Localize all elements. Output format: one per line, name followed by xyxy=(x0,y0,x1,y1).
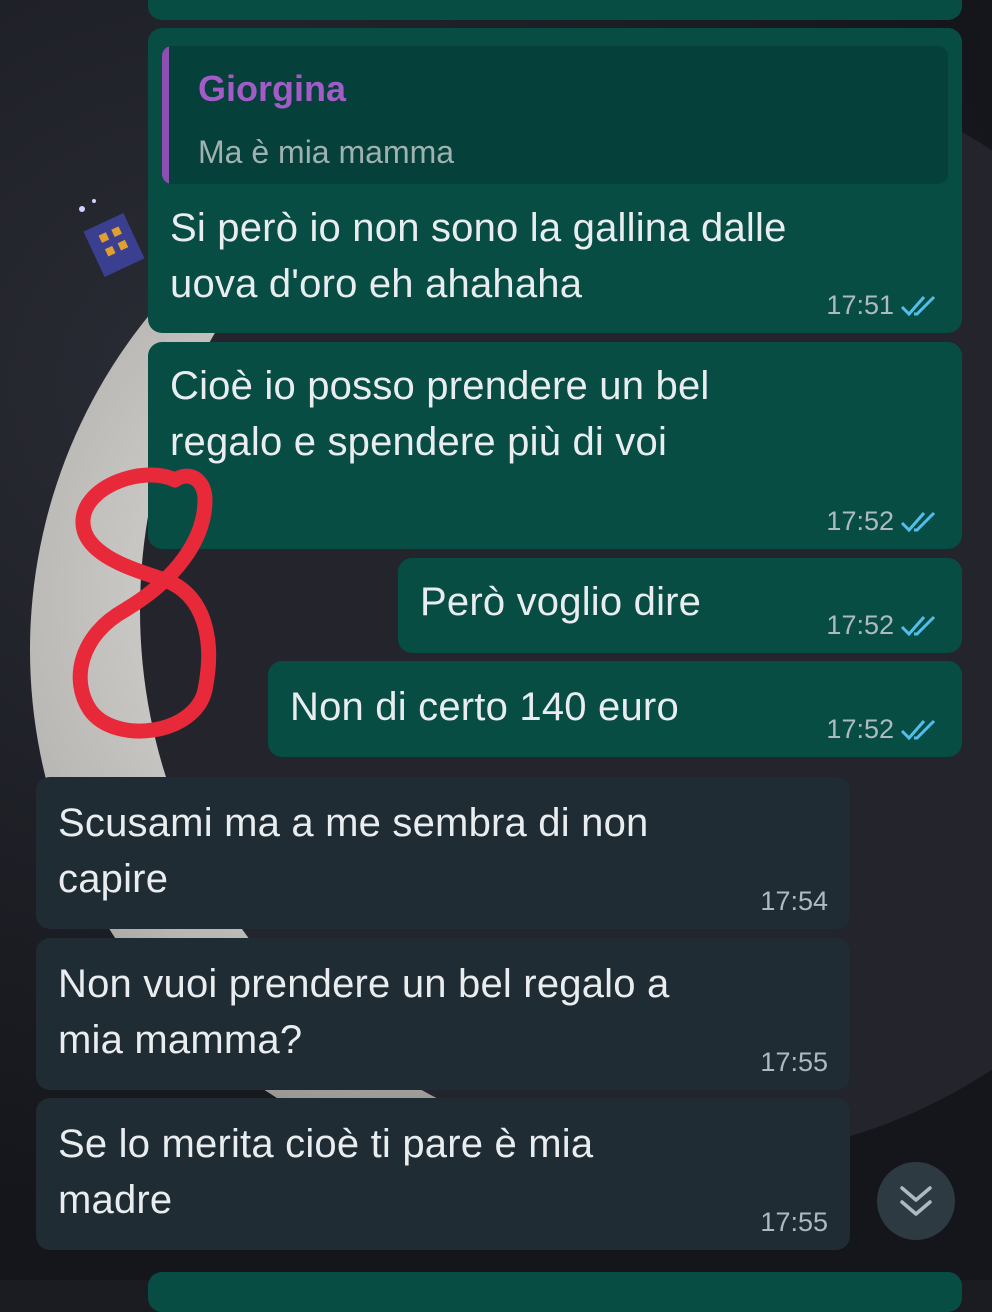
double-check-icon xyxy=(900,511,936,532)
message-time: 17:52 xyxy=(826,610,894,640)
message-text: Scusami ma a me sembra di non capire xyxy=(58,795,649,907)
message-meta: 17:55 xyxy=(760,1047,828,1078)
wallpaper-castle-icon xyxy=(79,199,145,277)
message-bubble-incoming[interactable]: Non vuoi prendere un bel regalo a mia ma… xyxy=(36,938,850,1090)
message-line: madre xyxy=(58,1178,173,1222)
message-line: Non di certo 140 euro xyxy=(290,685,679,729)
message-time: 17:55 xyxy=(760,1207,828,1237)
double-check-icon xyxy=(900,719,936,740)
message-line: regalo e spendere più di voi xyxy=(170,420,668,464)
scroll-to-bottom-button[interactable] xyxy=(877,1162,955,1240)
message-text: Non vuoi prendere un bel regalo a mia ma… xyxy=(58,956,669,1068)
message-line: Però voglio dire xyxy=(420,580,702,624)
message-text: Però voglio dire xyxy=(420,574,701,630)
message-line: Cioè io posso prendere un bel xyxy=(170,364,710,408)
message-bubble-incoming[interactable]: Se lo merita cioè ti pare è mia madre 17… xyxy=(36,1098,850,1250)
message-meta: 17:51 xyxy=(826,290,940,321)
message-meta: 17:52 xyxy=(826,714,940,745)
message-meta: 17:54 xyxy=(760,886,828,917)
message-line: Se lo merita cioè ti pare è mia xyxy=(58,1122,594,1166)
message-bubble-outgoing[interactable]: Cioè io posso prendere un bel regalo e s… xyxy=(148,342,962,549)
double-check-icon xyxy=(900,615,936,636)
message-meta: 17:55 xyxy=(760,1207,828,1238)
message-line: Non vuoi prendere un bel regalo a xyxy=(58,962,670,1006)
reply-quote-bar xyxy=(162,46,169,184)
message-line: Si però io non sono la gallina dalle xyxy=(170,206,787,250)
message-meta: 17:52 xyxy=(826,610,940,641)
double-check-icon xyxy=(900,295,936,316)
message-line: Scusami ma a me sembra di non xyxy=(58,801,649,845)
message-text: Si però io non sono la gallina dalle uov… xyxy=(170,200,787,312)
reply-quote[interactable]: Giorgina Ma è mia mamma xyxy=(162,46,948,184)
reply-quote-text: Ma è mia mamma xyxy=(198,134,455,170)
message-text: Non di certo 140 euro xyxy=(290,679,679,735)
reply-quote-author: Giorgina xyxy=(198,68,347,109)
chevron-down-icon xyxy=(900,1186,932,1216)
message-time: 17:54 xyxy=(760,886,828,916)
message-bubble-outgoing[interactable]: Però voglio dire 17:52 xyxy=(398,558,962,653)
message-bubble-incoming[interactable]: Scusami ma a me sembra di non capire 17:… xyxy=(36,777,850,929)
annotation-number-8 xyxy=(72,467,217,739)
message-bubble-outgoing[interactable]: Non di certo 140 euro 17:52 xyxy=(268,661,962,757)
message-line: mia mamma? xyxy=(58,1018,303,1062)
previous-message-bubble[interactable] xyxy=(148,0,962,20)
message-time: 17:51 xyxy=(826,290,894,320)
message-time: 17:52 xyxy=(826,714,894,744)
message-text: Cioè io posso prendere un bel regalo e s… xyxy=(170,358,710,470)
message-meta: 17:52 xyxy=(826,506,940,537)
message-text: Se lo merita cioè ti pare è mia madre xyxy=(58,1116,593,1228)
message-time: 17:55 xyxy=(760,1047,828,1077)
message-line: uova d'oro eh ahahaha xyxy=(170,262,583,306)
message-line: capire xyxy=(58,857,169,901)
next-message-bubble[interactable] xyxy=(148,1272,962,1312)
message-bubble-outgoing[interactable]: Giorgina Ma è mia mamma Si però io non s… xyxy=(148,28,962,333)
message-time: 17:52 xyxy=(826,506,894,536)
